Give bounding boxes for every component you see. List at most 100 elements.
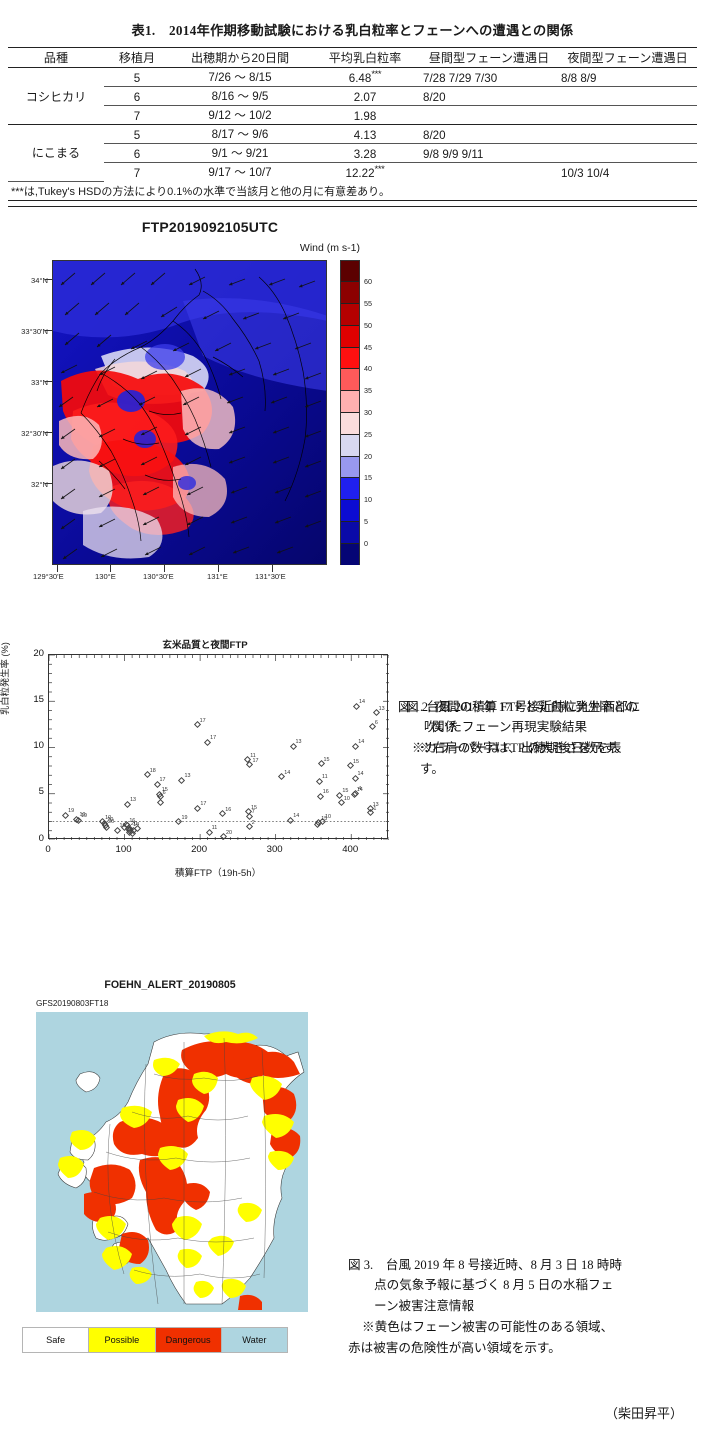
scatter-point-label: 14 bbox=[357, 771, 364, 778]
figure3-caption-line4: ※黄色はフェーン被害の可能性のある領域、 bbox=[362, 1319, 614, 1334]
figure3-caption: 図 3. 台風 2019 年 8 号接近時、8 月 3 日 18 時時 点の気象… bbox=[348, 1255, 700, 1359]
figure2-x-tick-200: 200 bbox=[191, 843, 208, 855]
figure1-lat-tickmark-2 bbox=[45, 380, 52, 382]
cell-rate: 6.48*** bbox=[310, 67, 420, 87]
colorbar-tick-15: 15 bbox=[364, 473, 372, 483]
scatter-point-label: 14 bbox=[293, 813, 300, 820]
cell-rate: 12.22*** bbox=[345, 164, 385, 180]
colorbar-tick-45: 45 bbox=[364, 342, 372, 352]
cell-rate: 1.98 bbox=[310, 105, 420, 125]
table-row: 6 9/1 ～ 9/21 3.28 9/8 9/9 9/11 bbox=[8, 143, 697, 163]
cell-night-foehn bbox=[558, 86, 697, 106]
figure3-map-graphic bbox=[36, 1011, 308, 1312]
figure1-lon-tickmark-4 bbox=[272, 564, 273, 572]
colorbar-tick-10: 10 bbox=[364, 495, 372, 505]
scatter-point-label: 16 bbox=[225, 806, 232, 813]
scatter-point-label: 17 bbox=[159, 777, 166, 783]
scatter-point-label: 14 bbox=[284, 769, 291, 776]
colorbar-band-4 bbox=[341, 347, 359, 370]
table1-bottom-rule bbox=[8, 200, 697, 207]
scatter-point-label: 11 bbox=[211, 825, 218, 832]
figure1-lat-tick-1: 33°30'N bbox=[21, 326, 48, 336]
scatter-point-label: 13 bbox=[130, 797, 137, 804]
figure1-lon-tick-3: 131°E bbox=[207, 571, 228, 581]
cell-day-foehn: 8/20 bbox=[420, 86, 558, 106]
legend-swatch-safe: Safe bbox=[23, 1327, 90, 1352]
figure2-x-tick-100: 100 bbox=[115, 843, 132, 855]
figure1-lon-tick-4: 131°30'E bbox=[255, 571, 286, 581]
figure1-lon-tick-0: 129°30'E bbox=[33, 571, 64, 581]
table-row: 7 9/17 ～ 10/7 12.22*** 10/3 10/4 bbox=[8, 163, 697, 182]
figure2-y-tick-20: 20 bbox=[33, 647, 44, 659]
figure3-subtitle: GFS20190803FT18 bbox=[36, 998, 109, 1008]
scatter-point-label: 14 bbox=[358, 739, 365, 746]
figure1-lat-tick-3: 32°30'N bbox=[21, 428, 48, 438]
scatter-point-label: 15 bbox=[342, 788, 349, 795]
legend-swatch-dangerous: Dangerous bbox=[155, 1327, 222, 1352]
cell-rate: 4.13 bbox=[310, 124, 420, 144]
scatter-point-label: 19 bbox=[68, 808, 75, 815]
figure1-lon-tick-1: 130°E bbox=[95, 571, 116, 581]
colorbar-band-10 bbox=[341, 478, 359, 501]
figure2-caption-line2: 関係 bbox=[432, 720, 458, 735]
scatter-point-label: 13 bbox=[295, 739, 302, 746]
cell-period: 8/16 ～ 9/5 bbox=[170, 86, 310, 106]
table-row: 6 8/16 ～ 9/5 2.07 8/20 bbox=[8, 86, 697, 106]
scatter-point-label: 6 bbox=[162, 789, 166, 796]
figure2-caption-line4: す。 bbox=[420, 761, 444, 776]
colorbar-band-6 bbox=[341, 391, 359, 413]
figure2-x-tick-300: 300 bbox=[266, 843, 283, 855]
figure1-colorbar bbox=[340, 259, 360, 566]
colorbar-tick-0: 0 bbox=[364, 538, 368, 548]
scatter-point-label: 17 bbox=[199, 717, 206, 724]
cell-day-foehn bbox=[420, 163, 558, 182]
colorbar-tick-25: 25 bbox=[364, 429, 372, 439]
cell-period: 8/17 ～ 9/6 bbox=[170, 124, 310, 144]
figure1-lat-tickmark-3 bbox=[45, 431, 52, 433]
cell-month: 6 bbox=[104, 143, 170, 163]
cell-day-foehn: 8/20 bbox=[420, 124, 558, 144]
scatter-point-label: 7 bbox=[251, 809, 255, 816]
scatter-point-label: 2 bbox=[251, 819, 255, 826]
legend-swatch-water: Water bbox=[221, 1327, 287, 1352]
table-row: コシヒカリ 5 7/26 ～ 8/15 6.48*** 7/28 7/29 7/30 8/… bbox=[8, 67, 697, 125]
figure1-lat-tickmark-1 bbox=[45, 329, 52, 331]
cell-period: 9/17 ～ 10/7 bbox=[208, 166, 272, 179]
figure1-wind-field bbox=[53, 260, 326, 564]
scatter-point-label: 13 bbox=[184, 773, 191, 780]
figure2-caption-line3: ※右肩の数字は、出穂期後日数を表 bbox=[420, 741, 622, 756]
table1-bottom-rule-cell bbox=[8, 200, 697, 207]
colorbar-tick-30: 30 bbox=[364, 408, 372, 417]
figure2-caption-line1: 図 2. 夜間の積算 FTP と乳白粒発生率との bbox=[406, 699, 639, 714]
colorbar-band-9 bbox=[341, 456, 359, 479]
figure2-x-tick-400: 400 bbox=[342, 843, 359, 855]
col-header-month: 移植月 bbox=[104, 47, 170, 68]
figure3-caption-line3: ーン被害注意情報 bbox=[374, 1299, 475, 1314]
colorbar-tick-60: 60 bbox=[364, 277, 372, 287]
figure2-y-axis-label: 乳白粒発生率 (%) bbox=[0, 641, 10, 715]
colorbar-tick-50: 50 bbox=[364, 320, 372, 330]
figure1-unit-label: Wind (m s-1) bbox=[299, 241, 360, 254]
cell-period: 7/26 ～ 8/15 bbox=[170, 67, 310, 87]
scatter-point-label: 11 bbox=[321, 774, 328, 781]
table1-body: コシヒカリ 5 7/26 ～ 8/15 6.48*** 7/28 7/29 7/30 8/… bbox=[8, 67, 697, 207]
figure3-caption-line5: 赤は被害の危険性が高い領域を示す。 bbox=[348, 1340, 561, 1355]
cell-night-foehn: 8/8 8/9 bbox=[558, 67, 697, 87]
figure1-lat-tick-2: 33°N bbox=[31, 377, 48, 387]
colorbar-tick-40: 40 bbox=[364, 364, 372, 374]
figure2-y-tick-15: 15 bbox=[33, 693, 44, 705]
scatter-point-label: 1 bbox=[373, 805, 377, 812]
figure1-lon-tickmark-3 bbox=[218, 564, 219, 572]
scatter-point-label: 17 bbox=[210, 735, 217, 742]
scatter-point-label: 20 bbox=[108, 818, 115, 825]
colorbar-tick-55: 55 bbox=[364, 299, 372, 309]
figure2-section: 玄米品質と夜間FTP 乳白粒発生率 (%) 19 19 19 10 20 20 16 16 20… bbox=[0, 637, 705, 937]
cell-day-foehn: 9/8 9/9 9/11 bbox=[420, 143, 558, 163]
table1-footnote-row: ***は,Tukey's HSDの方法により0.1%の水準で当該月と他の月に有意… bbox=[8, 181, 697, 200]
figure1-lat-tickmark-4 bbox=[45, 482, 52, 484]
figure1-title: FTP2019092105UTC bbox=[141, 218, 279, 235]
col-header-variety: 品種 bbox=[8, 47, 104, 68]
colorbar-tick-35: 35 bbox=[364, 386, 372, 396]
table1-header-row: 品種 移植月 出穂期から20日間 平均乳白粒率 昼間型フェーン遭遇日 夜間型フェ… bbox=[8, 47, 697, 68]
cell-period: 9/12 ～ 10/2 bbox=[170, 105, 310, 125]
